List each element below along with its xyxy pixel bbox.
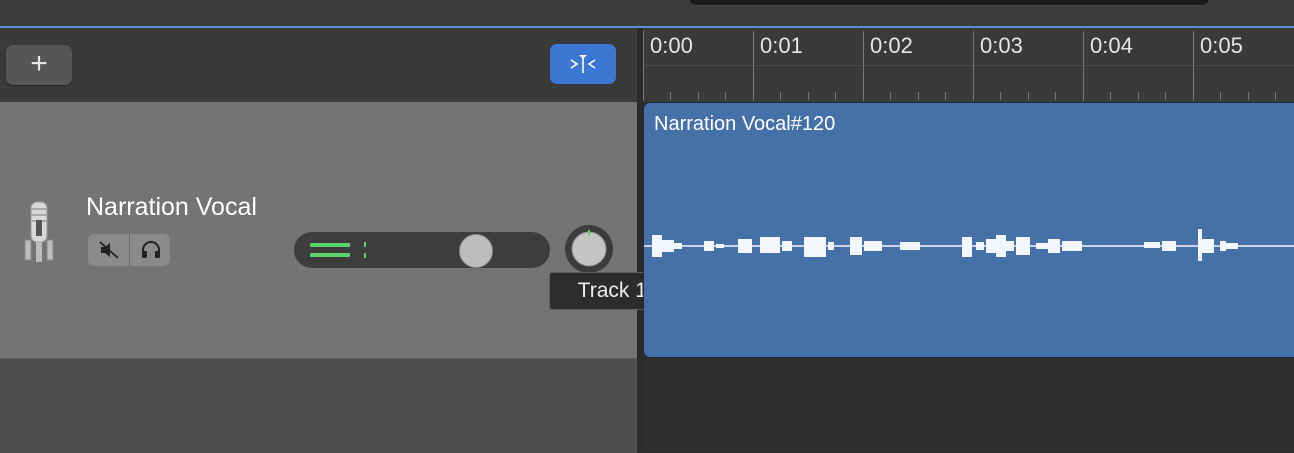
- ruler-label: 0:03: [980, 33, 1023, 58]
- timeline-empty-area[interactable]: [643, 358, 1294, 452]
- waveform: [644, 229, 1294, 261]
- speaker-muted-icon: [99, 241, 119, 259]
- headphones-icon: [142, 241, 160, 258]
- ruler-label: 0:05: [1200, 33, 1243, 58]
- microphone-icon: [24, 201, 54, 262]
- top-strip: [0, 0, 1294, 28]
- track-header[interactable]: [0, 102, 637, 358]
- audio-region[interactable]: Narration Vocal#120: [643, 102, 1294, 358]
- volume-slider[interactable]: [294, 232, 550, 268]
- smart-controls-button[interactable]: [550, 44, 616, 84]
- timeline-ruler[interactable]: 0:00 0:01 0:02 0:03 0:04 0:05: [643, 28, 1294, 102]
- add-track-button[interactable]: +: [6, 45, 72, 85]
- empty-track-area[interactable]: [0, 358, 637, 453]
- track-name[interactable]: Narration Vocal: [86, 193, 257, 222]
- ruler-label: 0:00: [650, 33, 693, 58]
- pan-knob[interactable]: [564, 224, 614, 274]
- ruler-label: 0:02: [870, 33, 913, 58]
- level-meter-left: [310, 243, 350, 247]
- lcd-display: [688, 0, 1210, 6]
- mute-solo-group: [88, 234, 170, 266]
- mute-button[interactable]: [88, 234, 129, 266]
- volume-slider-knob[interactable]: [459, 234, 493, 268]
- ruler-label: 0:04: [1090, 33, 1133, 58]
- solo-button[interactable]: [130, 234, 170, 266]
- ruler-label: 0:01: [760, 33, 803, 58]
- smart-controls-icon: [570, 55, 596, 73]
- level-meter-right: [310, 253, 350, 257]
- track-list-header: [0, 28, 637, 102]
